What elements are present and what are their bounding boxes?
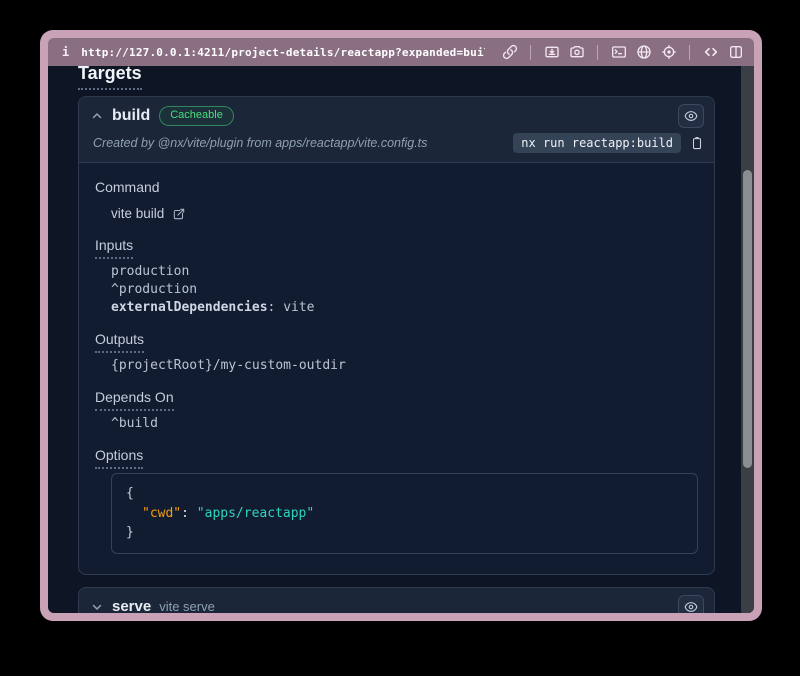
target-card-serve: serve vite serve: [78, 587, 715, 614]
link-icon[interactable]: [501, 44, 518, 61]
chevron-up-icon: [91, 110, 103, 122]
target-name: serve: [112, 598, 151, 613]
view-target-graph-button[interactable]: [678, 595, 704, 614]
json-value-cwd: "apps/reactapp": [197, 506, 314, 521]
json-cwd-line: "cwd": "apps/reactapp": [126, 504, 683, 524]
command-value-row: vite build: [111, 205, 698, 223]
browser-preview-window: i http://127.0.0.1:4211/project-details/…: [40, 30, 762, 621]
clipboard-icon: [690, 136, 704, 150]
target-icon[interactable]: [660, 44, 677, 61]
build-title-row[interactable]: build Cacheable: [79, 97, 714, 131]
input-item: ^production: [111, 281, 698, 299]
open-command-external-button[interactable]: [172, 207, 186, 221]
inputs-section-label: Inputs: [95, 237, 698, 253]
command-value: vite build: [111, 205, 164, 223]
input-item: production: [111, 263, 698, 281]
input-key-value: : vite: [268, 300, 315, 315]
cacheable-badge: Cacheable: [159, 106, 234, 126]
outputs-list: {projectRoot}/my-custom-outdir: [111, 357, 698, 375]
chevron-down-icon: [91, 601, 103, 613]
toolbar-divider: [597, 45, 598, 60]
run-command-chip: nx run reactapp:build: [513, 133, 681, 153]
json-key-cwd: "cwd": [142, 506, 181, 521]
toolbar-divider: [689, 45, 690, 60]
options-tooltip-trigger[interactable]: Options: [95, 447, 143, 469]
dependson-section-label: Depends On: [95, 389, 698, 405]
inputs-tooltip-trigger[interactable]: Inputs: [95, 237, 133, 259]
serve-title-row[interactable]: serve vite serve: [79, 588, 714, 614]
dependson-tooltip-trigger[interactable]: Depends On: [95, 389, 174, 411]
target-card-build: build Cacheable Created by @nx/vite/plug…: [78, 96, 715, 575]
camera-icon[interactable]: [568, 44, 585, 61]
browser-toolbar: i http://127.0.0.1:4211/project-details/…: [48, 38, 754, 66]
input-key: externalDependencies: [111, 300, 268, 315]
dependson-list: ^build: [111, 415, 698, 433]
toolbar-divider: [530, 45, 531, 60]
outputs-tooltip-trigger[interactable]: Outputs: [95, 331, 144, 353]
address-url[interactable]: http://127.0.0.1:4211/project-details/re…: [81, 46, 485, 59]
json-brace-close: }: [126, 523, 683, 543]
scrollbar-track[interactable]: [741, 66, 754, 613]
options-code-block: { "cwd": "apps/reactapp" }: [111, 473, 698, 554]
save-frame-icon[interactable]: [543, 44, 560, 61]
json-brace-open: {: [126, 484, 683, 504]
serve-command-text: vite serve: [159, 599, 215, 613]
build-card-header: build Cacheable Created by @nx/vite/plug…: [79, 97, 714, 163]
page-viewport: Targets build Cacheable: [48, 66, 754, 613]
command-section-label: Command: [95, 179, 698, 195]
scrollbar-thumb[interactable]: [743, 170, 752, 468]
dependson-item: ^build: [111, 415, 698, 433]
info-icon: i: [62, 45, 69, 59]
eye-icon: [684, 109, 698, 123]
outputs-section-label: Outputs: [95, 331, 698, 347]
globe-icon[interactable]: [635, 44, 652, 61]
build-createdby-row: Created by @nx/vite/plugin from apps/rea…: [79, 131, 714, 162]
output-item: {projectRoot}/my-custom-outdir: [111, 357, 698, 375]
page-title: Targets: [78, 66, 142, 86]
inputs-list: production ^production externalDependenc…: [111, 263, 698, 317]
input-item: externalDependencies: vite: [111, 299, 698, 317]
copy-command-button[interactable]: [690, 136, 704, 150]
created-by-text: Created by @nx/vite/plugin from apps/rea…: [93, 136, 427, 150]
eye-icon: [684, 600, 698, 614]
options-section-label: Options: [95, 447, 698, 463]
external-link-icon: [172, 207, 186, 221]
build-card-body: Command vite build Inputs production ^pr…: [79, 163, 714, 574]
split-view-icon[interactable]: [727, 44, 744, 61]
target-name: build: [112, 107, 150, 125]
json-colon: :: [181, 506, 197, 521]
terminal-icon[interactable]: [610, 44, 627, 61]
targets-heading-tooltip-trigger[interactable]: Targets: [78, 66, 142, 90]
code-icon[interactable]: [702, 44, 719, 61]
view-target-graph-button[interactable]: [678, 104, 704, 128]
